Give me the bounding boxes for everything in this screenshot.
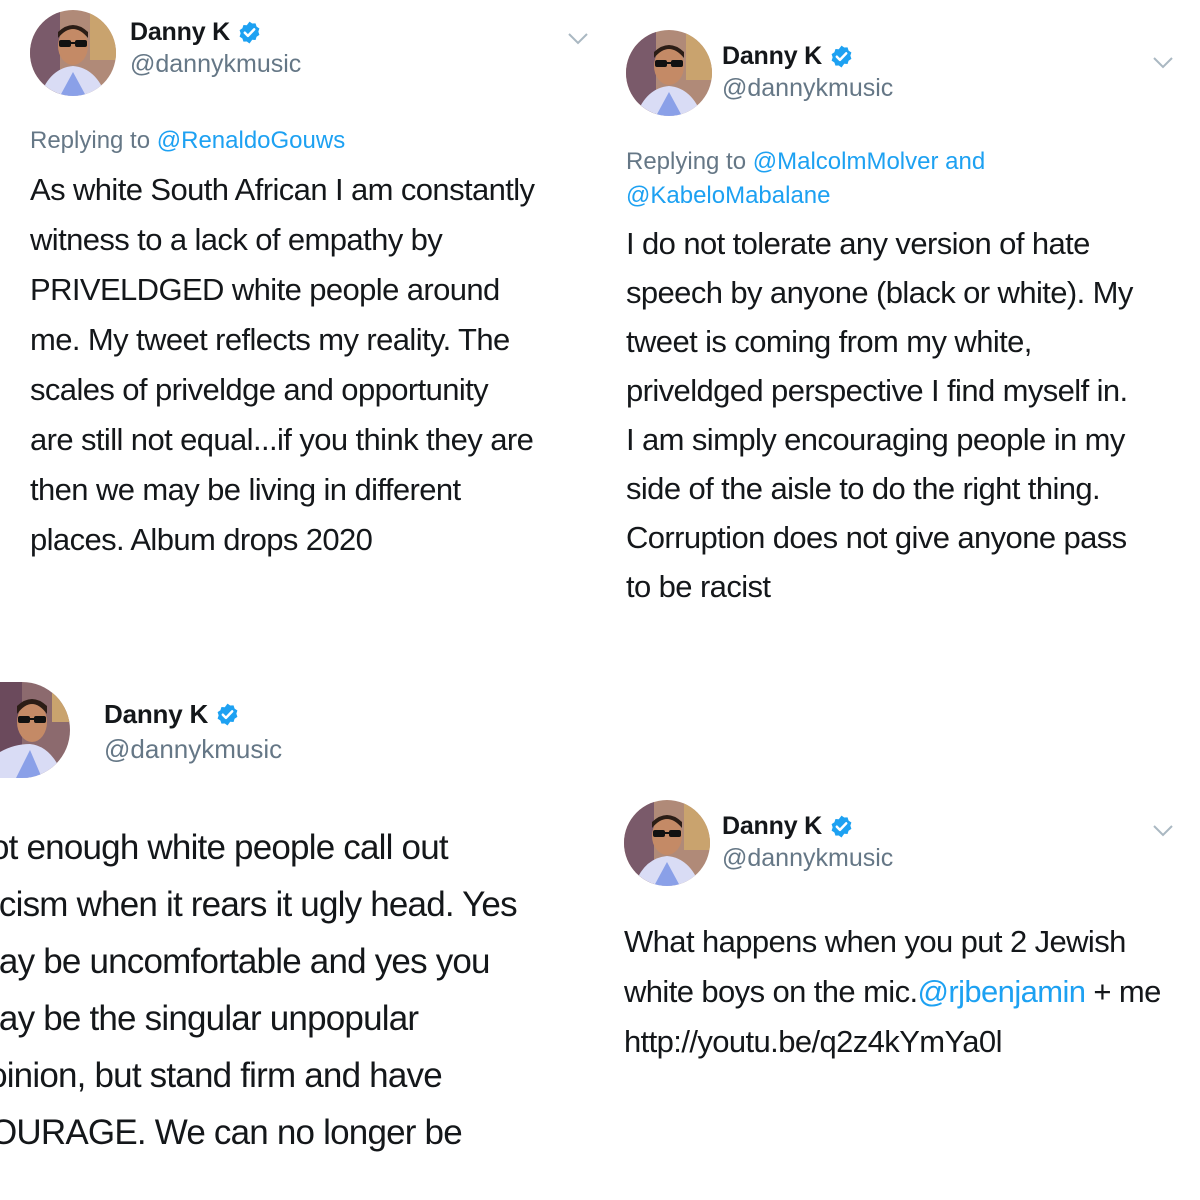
tweet-text-line: priveldged perspective I find myself in.: [626, 373, 1128, 408]
replying-to: Replying to @MalcolmMolver and @KabeloMa…: [626, 145, 985, 213]
tweet-text-line: side of the aisle to do the right thing.: [626, 471, 1101, 506]
tweet-text: As white South African I am constantly w…: [30, 165, 535, 565]
tweet-text-line: speech by anyone (black or white). My: [626, 275, 1133, 310]
tweet-text-line: me. My tweet reflects my reality. The: [30, 322, 510, 357]
chevron-down-icon[interactable]: [1152, 824, 1174, 838]
tweet-text-line: ɔinion, but stand firm and have: [0, 1056, 443, 1095]
tweet-text-line: OURAGE. We can no longer be: [0, 1113, 463, 1152]
tweet-text-line: Corruption does not give anyone pass: [626, 520, 1127, 555]
tweet-text-line: witness to a lack of empathy by: [30, 222, 443, 257]
tweet-text-line: are still not equal...if you think they …: [30, 422, 534, 457]
tweet-text-line: to be racist: [626, 569, 771, 604]
tweet-text: I do not tolerate any version of hate sp…: [626, 219, 1133, 611]
author-handle[interactable]: @dannykmusic: [130, 50, 301, 79]
tweet-text-line: ıay be the singular unpopular: [0, 999, 419, 1038]
author-name-row[interactable]: Danny K: [104, 699, 240, 730]
tweet-text-line: ot enough white people call out: [0, 828, 449, 867]
reply-prefix: Replying to: [30, 127, 151, 154]
author-handle[interactable]: @dannykmusic: [722, 844, 893, 873]
tweet-text-line: then we may be living in different: [30, 472, 461, 507]
tweet-text-line: I am simply encouraging people in my: [626, 422, 1125, 457]
author-handle[interactable]: @dannykmusic: [722, 74, 893, 103]
tweet-text-line: ıay be uncomfortable and yes you: [0, 942, 491, 981]
author-name-row[interactable]: Danny K: [130, 18, 262, 47]
tweet-card[interactable]: Danny K @dannykmusic Replying to @Malcol…: [602, 0, 1200, 626]
reply-and: and: [945, 148, 986, 175]
avatar[interactable]: [30, 10, 116, 96]
tweet-text-line: tweet is coming from my white,: [626, 324, 1032, 359]
verified-badge-icon: [237, 20, 262, 45]
replying-to: Replying to @RenaldoGouws: [30, 124, 345, 158]
tweet-mention-link[interactable]: @rjbenjamin: [918, 974, 1086, 1009]
tweet-text-line: As white South African I am constantly: [30, 172, 535, 207]
tweet-text-line: PRIVELDGED white people around: [30, 272, 500, 307]
author-name[interactable]: Danny K: [722, 42, 822, 71]
avatar[interactable]: [624, 800, 710, 886]
tweet-card[interactable]: Danny K @dannykmusic Replying to @Renald…: [0, 0, 598, 626]
avatar[interactable]: [626, 30, 712, 116]
tweet-text: ot enough white people call out ıcism wh…: [0, 819, 518, 1161]
author-name[interactable]: Danny K: [104, 699, 208, 730]
tweet-text-line: places. Album drops 2020: [30, 522, 373, 557]
tweet-text-line: scales of priveldge and opportunity: [30, 372, 489, 407]
reply-mention-link[interactable]: @MalcolmMolver: [753, 148, 939, 175]
tweet-card[interactable]: Danny K @dannykmusic ot enough white peo…: [0, 636, 598, 1200]
tweet-text: What happens when you put 2 Jewish white…: [624, 917, 1184, 1067]
author-name-row[interactable]: Danny K: [722, 42, 854, 71]
verified-badge-icon: [829, 44, 854, 69]
author-name[interactable]: Danny K: [722, 812, 822, 841]
author-name[interactable]: Danny K: [130, 18, 230, 47]
avatar[interactable]: [0, 682, 70, 778]
reply-mention-link[interactable]: @KabeloMabalane: [626, 182, 831, 209]
tweet-card[interactable]: Danny K @dannykmusic What happens when y…: [602, 636, 1200, 1200]
verified-badge-icon: [829, 814, 854, 839]
verified-badge-icon: [215, 702, 240, 727]
chevron-down-icon[interactable]: [1152, 56, 1174, 70]
author-handle[interactable]: @dannykmusic: [104, 734, 282, 765]
tweet-text-line: I do not tolerate any version of hate: [626, 226, 1090, 261]
chevron-down-icon[interactable]: [567, 32, 589, 46]
author-name-row[interactable]: Danny K: [722, 812, 854, 841]
grid-divider-horizontal: [0, 628, 1200, 634]
reply-prefix: Replying to: [626, 148, 747, 175]
reply-mention-link[interactable]: @RenaldoGouws: [157, 127, 345, 154]
tweet-text-line: ıcism when it rears it ugly head. Yes: [0, 885, 518, 924]
